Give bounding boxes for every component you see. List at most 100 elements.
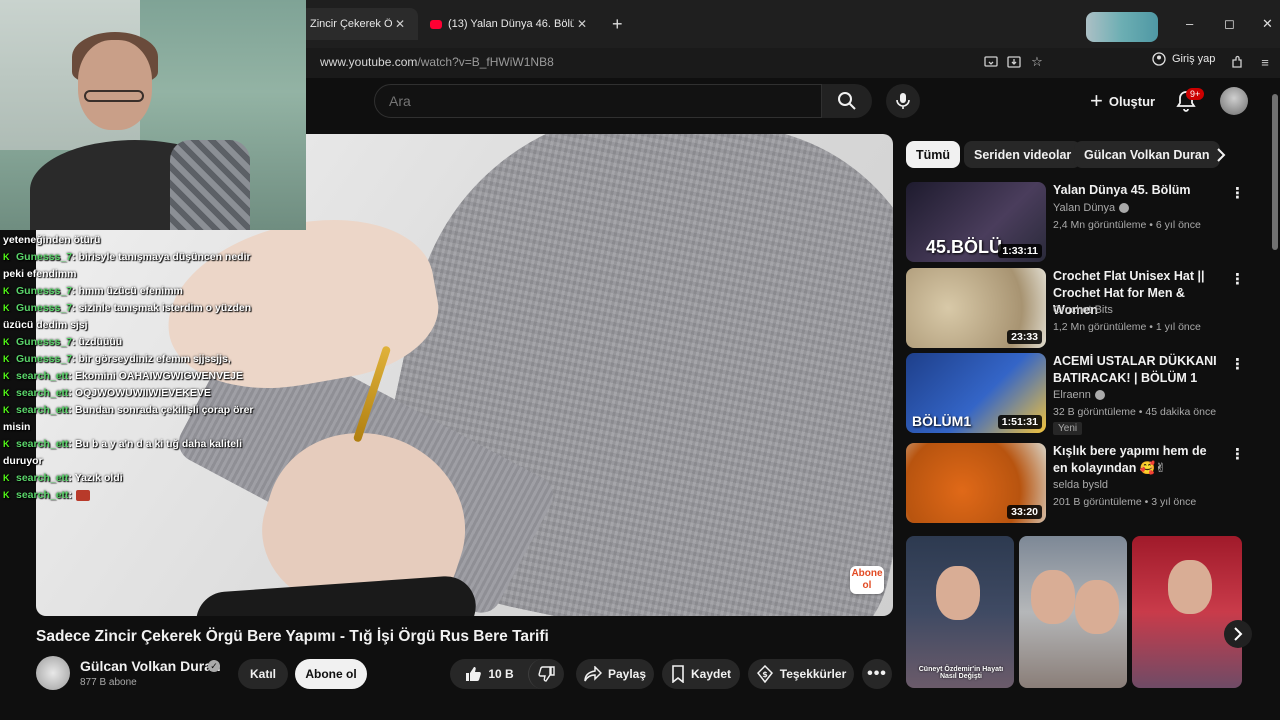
close-tab-icon[interactable]: ✕	[574, 17, 590, 31]
short-thumbnail[interactable]	[1132, 536, 1242, 688]
kick-badge-icon: K	[3, 286, 10, 296]
video-thumbnail[interactable]: 45.BÖLÜ 1:33:11	[906, 182, 1046, 262]
chat-message: K Gunesss_7: sizinle tanışmak isterdim o …	[3, 300, 262, 334]
recommendation-meta: 2,4 Mn görüntüleme • 6 yıl önce	[1053, 219, 1201, 231]
extensions-icon[interactable]	[1228, 53, 1246, 71]
save-button[interactable]: Kaydet	[662, 659, 740, 689]
create-label: Oluştur	[1108, 93, 1156, 109]
install-app-icon[interactable]	[982, 53, 1000, 71]
more-vertical-icon[interactable]: ⋮	[1230, 270, 1245, 288]
webcam-scarf	[170, 140, 250, 230]
search-icon	[838, 92, 856, 110]
more-actions-button[interactable]: •••	[862, 659, 892, 689]
more-horizontal-icon: •••	[867, 665, 887, 682]
scrollbar[interactable]	[1272, 94, 1278, 250]
recommendation-channel: Crochet Bits	[1053, 304, 1113, 316]
thanks-button[interactable]: $ Teşekkürler	[748, 659, 854, 689]
voice-search-button[interactable]	[886, 84, 920, 118]
channel-avatar[interactable]	[36, 656, 70, 690]
create-button[interactable]: + Oluştur	[1078, 84, 1167, 118]
dislike-button[interactable]	[528, 659, 564, 689]
chat-text: : hmm üzücü efenimm	[72, 285, 183, 297]
recommendation-item[interactable]: 33:20 Kışlık bere yapımı hem de en kolay…	[906, 443, 1246, 523]
search-button[interactable]	[822, 84, 872, 118]
share-button[interactable]: Paylaş	[576, 659, 654, 689]
thanks-label: Teşekkürler	[779, 667, 847, 681]
maximize-button[interactable]: ◻	[1224, 16, 1235, 32]
new-tab-button[interactable]: +	[612, 14, 623, 35]
chevron-right-icon[interactable]	[1208, 141, 1234, 168]
svg-text:$: $	[762, 670, 768, 679]
recommendation-title[interactable]: Kışlık bere yapımı hem de en kolayından …	[1053, 443, 1223, 477]
short-thumbnail[interactable]: Cüneyt Özdemir'in Hayatı Nasıl Değişti	[906, 536, 1014, 688]
close-tab-icon[interactable]: ✕	[392, 17, 408, 31]
minimize-button[interactable]: –	[1186, 16, 1193, 31]
browser-menu-icon[interactable]: ≡	[1256, 53, 1274, 71]
browser-login-button[interactable]: Giriş yap	[1152, 52, 1215, 66]
streamer-webcam	[0, 0, 306, 230]
channel-name: Yalan Dünya	[1053, 202, 1116, 214]
join-button[interactable]: Katıl	[238, 659, 288, 689]
url-field[interactable]: www.youtube.com/watch?v=B_fHWiW1NB8	[320, 55, 554, 69]
tab-active[interactable]: Zincir Çekerek Örgü ✕	[300, 8, 418, 40]
thumbs-up-icon	[466, 667, 482, 681]
verified-badge-icon	[1119, 203, 1130, 214]
chevron-right-icon	[1234, 627, 1243, 641]
recommendation-title[interactable]: ACEMİ USTALAR DÜKKANI BATIRACAK! | BÖLÜM…	[1053, 353, 1223, 387]
tab-yalan-dunya[interactable]: (13) Yalan Dünya 46. Bölüm - Yo ✕	[420, 8, 600, 40]
account-avatar[interactable]	[1220, 87, 1248, 115]
tab-title: Zincir Çekerek Örgü	[310, 18, 392, 30]
stream-chat-overlay: yeteneğinden ötürü K Gunesss_7: birisyle t…	[0, 232, 262, 504]
chat-username: search_ett	[16, 438, 69, 450]
chat-username: Gunesss_7	[16, 302, 73, 314]
webcam-person-face	[78, 40, 152, 130]
recommendation-title[interactable]: Yalan Dünya 45. Bölüm	[1053, 182, 1223, 199]
verified-badge-icon: ✓	[208, 660, 220, 672]
recommendation-channel: Yalan Dünya	[1053, 202, 1130, 214]
share-icon	[584, 666, 602, 682]
recommendation-item[interactable]: 45.BÖLÜ 1:33:11 Yalan Dünya 45. Bölüm Ya…	[906, 182, 1246, 262]
kick-badge-icon: K	[3, 252, 10, 262]
more-vertical-icon[interactable]: ⋮	[1230, 184, 1245, 202]
chat-username: search_ett	[16, 387, 69, 399]
subscriber-count: 877 B abone	[80, 677, 137, 688]
chat-message: Ksearch_ett:	[3, 487, 262, 504]
chat-message: K Gunesss_7: hmm üzücü efenimm	[3, 283, 262, 300]
bookmark-star-icon[interactable]: ☆	[1028, 53, 1046, 71]
login-label: Giriş yap	[1172, 53, 1216, 65]
chip-series[interactable]: Seriden videolar	[964, 141, 1082, 168]
search-box[interactable]	[374, 84, 822, 118]
recommendation-item[interactable]: 23:33 Crochet Flat Unisex Hat || Crochet…	[906, 268, 1246, 348]
tab-title: (13) Yalan Dünya 46. Bölüm - Yo	[448, 18, 574, 30]
video-duration: 23:33	[1007, 330, 1042, 344]
close-window-button[interactable]: ✕	[1262, 16, 1273, 32]
channel-name[interactable]: Gülcan Volkan Duran	[80, 658, 221, 674]
webcam-glasses	[84, 90, 144, 102]
plus-icon: +	[1090, 88, 1103, 113]
chat-username: search_ett	[16, 472, 69, 484]
shorts-next-button[interactable]	[1224, 620, 1252, 648]
search-input[interactable]	[389, 93, 789, 109]
thumbnail-text: 45.BÖLÜ	[926, 237, 1003, 257]
more-vertical-icon[interactable]: ⋮	[1230, 445, 1245, 463]
super-thanks-icon: $	[756, 665, 773, 683]
chip-channel[interactable]: Gülcan Volkan Duran	[1074, 141, 1220, 168]
video-duration: 1:33:11	[998, 244, 1042, 258]
chip-all[interactable]: Tümü	[906, 141, 961, 168]
subscribe-button[interactable]: Abone ol	[295, 659, 367, 689]
more-vertical-icon[interactable]: ⋮	[1230, 355, 1245, 373]
short-person	[1168, 560, 1212, 614]
chat-message: K Gunesss_7: üzdüüüü	[3, 334, 262, 351]
short-thumbnail[interactable]	[1019, 536, 1127, 688]
kick-badge-icon: K	[3, 371, 10, 381]
video-thumbnail[interactable]: 23:33	[906, 268, 1046, 348]
like-button[interactable]: 10 B	[450, 659, 528, 689]
recommendation-item[interactable]: BÖLÜM1 1:51:31 ACEMİ USTALAR DÜKKANI BAT…	[906, 353, 1246, 435]
recommendation-meta: 201 B görüntüleme • 3 yıl önce	[1053, 496, 1197, 508]
chat-username: Gunesss_7	[16, 251, 73, 263]
video-thumbnail[interactable]: 33:20	[906, 443, 1046, 523]
emote-icon	[76, 489, 91, 501]
video-thumbnail[interactable]: BÖLÜM1 1:51:31	[906, 353, 1046, 433]
download-icon[interactable]	[1005, 53, 1023, 71]
browser-theme-mascot	[1086, 12, 1158, 42]
